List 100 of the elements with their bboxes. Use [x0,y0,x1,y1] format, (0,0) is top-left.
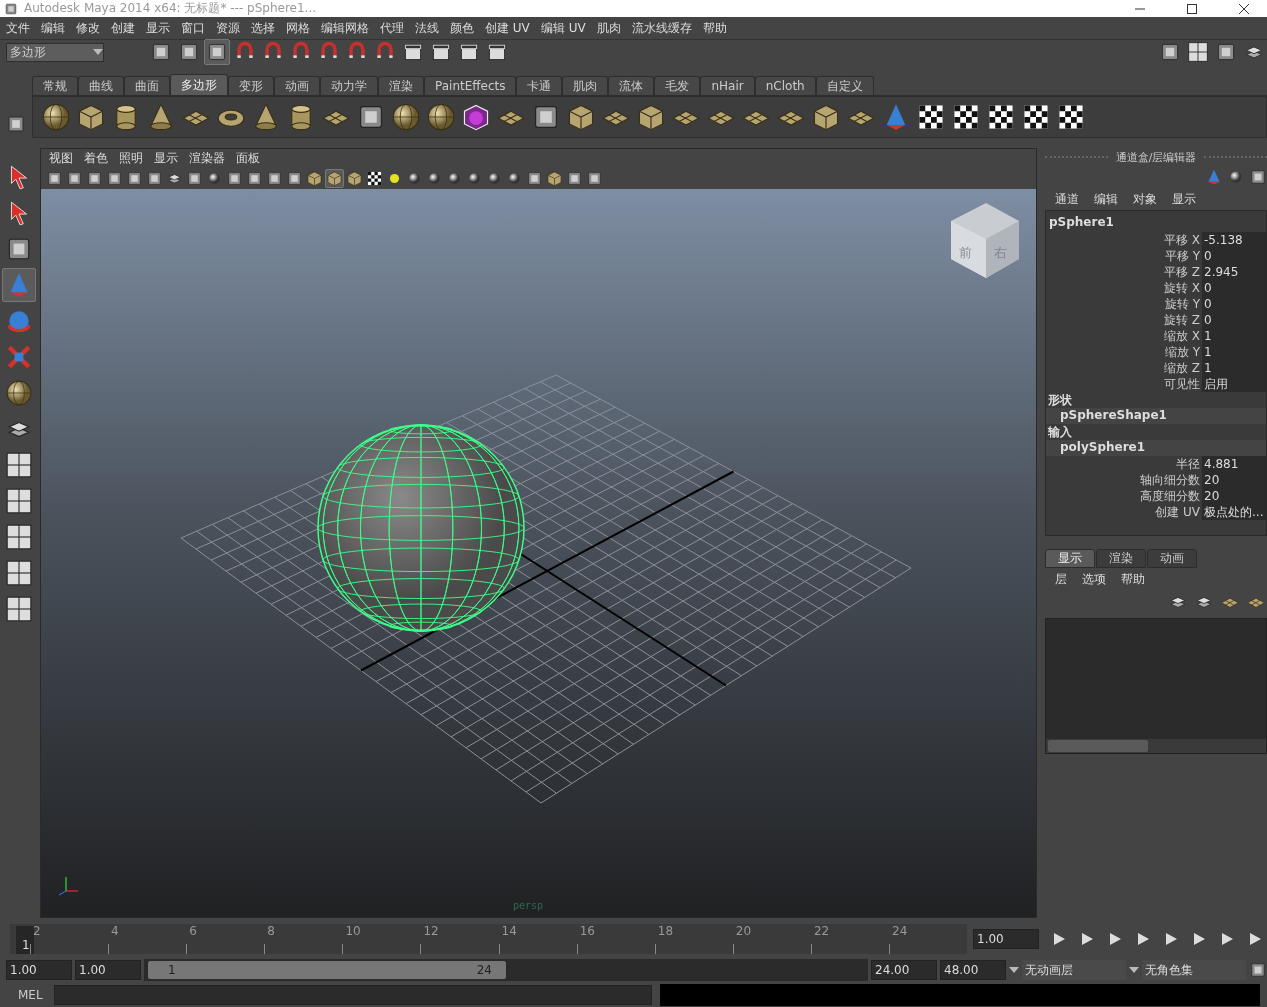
menu-item[interactable]: 流水线缓存 [627,19,699,37]
menu-item[interactable]: 代理 [376,19,411,37]
current-time-field[interactable]: 1.00 [973,929,1039,949]
panel-menu-item[interactable]: 着色 [80,149,115,167]
menu-item[interactable]: 窗口 [177,19,212,37]
panel-menu-item[interactable]: 显示 [150,149,185,167]
tool-icon [150,41,172,63]
shelf-tab[interactable]: 自定义 [815,76,874,95]
channel-label: 旋转 Y [1163,296,1201,312]
channel-menu-item[interactable]: 编辑 [1090,190,1125,208]
tool-icon [246,169,263,187]
shelf-tab[interactable]: 多边形 [170,74,228,95]
shelf-tab[interactable]: 曲面 [124,76,170,95]
channel-menu-item[interactable]: 通道 [1051,190,1086,208]
shelf-tab[interactable]: PaintEffects [424,76,517,95]
current-frame[interactable]: 1 [16,926,34,954]
cube-button[interactable] [305,168,324,188]
menu-item[interactable]: 创建 [107,19,142,37]
channel-value[interactable]: 2.945 [1202,264,1266,280]
menu-item[interactable]: 肌肉 [592,19,628,37]
menu-item[interactable]: 编辑 UV [536,19,593,37]
tool-icon [206,41,228,63]
channel-value[interactable]: -5.138 [1202,232,1266,248]
playback-start-field[interactable]: 1.00 [75,960,141,980]
input-node[interactable]: polySphere1 [1046,440,1266,456]
shelf-tab[interactable]: nCloth [754,76,816,95]
menu-item[interactable]: 网格 [282,19,317,37]
panel-menu-item[interactable]: 视图 [45,149,80,167]
shelf-tab[interactable]: 常规 [32,76,78,95]
frame-tick: 14 [501,924,517,938]
panel-menu-item[interactable]: 渲染器 [185,149,232,167]
channel-value[interactable]: 启用 [1202,376,1266,392]
playback-end-field[interactable]: 24.00 [871,960,937,980]
channel-value[interactable]: 0 [1202,296,1266,312]
end-time-field[interactable]: 48.00 [940,960,1006,980]
channel-value[interactable]: 1 [1202,328,1266,344]
tool-icon [86,169,103,187]
channel-value[interactable]: 0 [1202,248,1266,264]
command-input-field[interactable] [54,985,652,1005]
panel-menu-item[interactable]: 照明 [115,149,150,167]
menu-item[interactable]: 资源 [212,19,247,37]
layout-button[interactable] [1185,39,1211,65]
cube-button[interactable] [325,168,344,188]
channel-value[interactable]: 极点处的... [1202,504,1266,520]
tool-icon [226,169,243,187]
shelf-tab[interactable]: 肌肉 [562,76,609,95]
shelf-tab[interactable]: 动画 [274,76,320,95]
layer-tab[interactable]: 显示 [1045,549,1095,568]
channel-value[interactable]: 1 [1202,360,1266,376]
layer-menu-item[interactable]: 层 [1051,570,1074,588]
shelf-tab[interactable]: 变形 [228,76,274,95]
anim-layer-dropdown[interactable]: 无动画层 [1022,960,1126,980]
channel-value[interactable]: 0 [1202,312,1266,328]
layer-menu-item[interactable]: 帮助 [1117,570,1152,588]
menu-item[interactable]: 法线 [411,19,446,37]
shelf-tab[interactable]: nHair [700,76,755,95]
channel-value[interactable]: 20 [1202,488,1266,504]
channel-value[interactable]: 1 [1202,344,1266,360]
menu-item[interactable]: 编辑网格 [317,19,376,37]
layer-tab[interactable]: 动画 [1147,549,1197,568]
shelf-tab[interactable]: 曲线 [78,76,124,95]
frame-tick: 20 [735,924,752,938]
shelf-tab[interactable]: 渲染 [378,76,424,95]
character-set-dropdown[interactable]: 无角色集 [1142,960,1246,980]
scrollbar[interactable] [1046,739,1266,753]
mode-dropdown[interactable]: 多边形 [6,42,104,62]
menu-item[interactable]: 文件 [2,19,37,37]
menu-item[interactable]: 显示 [142,19,177,37]
shelf-tab[interactable]: 动力学 [320,76,378,95]
channel-menu-item[interactable]: 显示 [1168,190,1203,208]
menu-item[interactable]: 选择 [247,19,282,37]
start-time-field[interactable]: 1.00 [6,960,72,980]
time-slider[interactable]: 1 2 4 6 8 10 12 14 16 18 20 22 24 [10,924,968,954]
command-language-label[interactable]: MEL [10,988,54,1002]
channel-menu-item[interactable]: 对象 [1129,190,1164,208]
shape-node[interactable]: pSphereShape1 [1046,408,1266,424]
cube-button[interactable] [545,168,564,188]
frame-tick: 2 [33,924,41,938]
layer-tab[interactable]: 渲染 [1096,549,1146,568]
layer-menu-item[interactable]: 选项 [1078,570,1113,588]
channel-value[interactable]: 0 [1202,280,1266,296]
menu-item[interactable]: 编辑 [37,19,72,37]
menu-item[interactable]: 颜色 [446,19,481,37]
range-slider[interactable]: 1 24 [148,961,506,979]
object-name[interactable]: pSphere1 [1046,215,1266,232]
tool-button[interactable] [204,39,230,65]
menu-item[interactable]: 创建 UV [481,19,537,37]
shelf-tab[interactable]: 流体 [608,76,655,95]
menu-item[interactable]: 帮助 [698,19,734,37]
shelf-tab[interactable]: 毛发 [654,76,701,95]
tool-icon [146,169,163,187]
panel-menu-item[interactable]: 面板 [232,149,267,167]
panel-title: 通道盒/层编辑器 [1115,149,1197,165]
channel-value[interactable]: 20 [1202,472,1266,488]
play-icon [1053,933,1065,945]
channel-value[interactable]: 4.881 [1202,456,1266,472]
menu-item[interactable]: 修改 [72,19,107,37]
sphere-wireframe[interactable] [317,424,525,632]
cube-button[interactable] [345,168,364,188]
shelf-tab[interactable]: 卡通 [516,76,563,95]
